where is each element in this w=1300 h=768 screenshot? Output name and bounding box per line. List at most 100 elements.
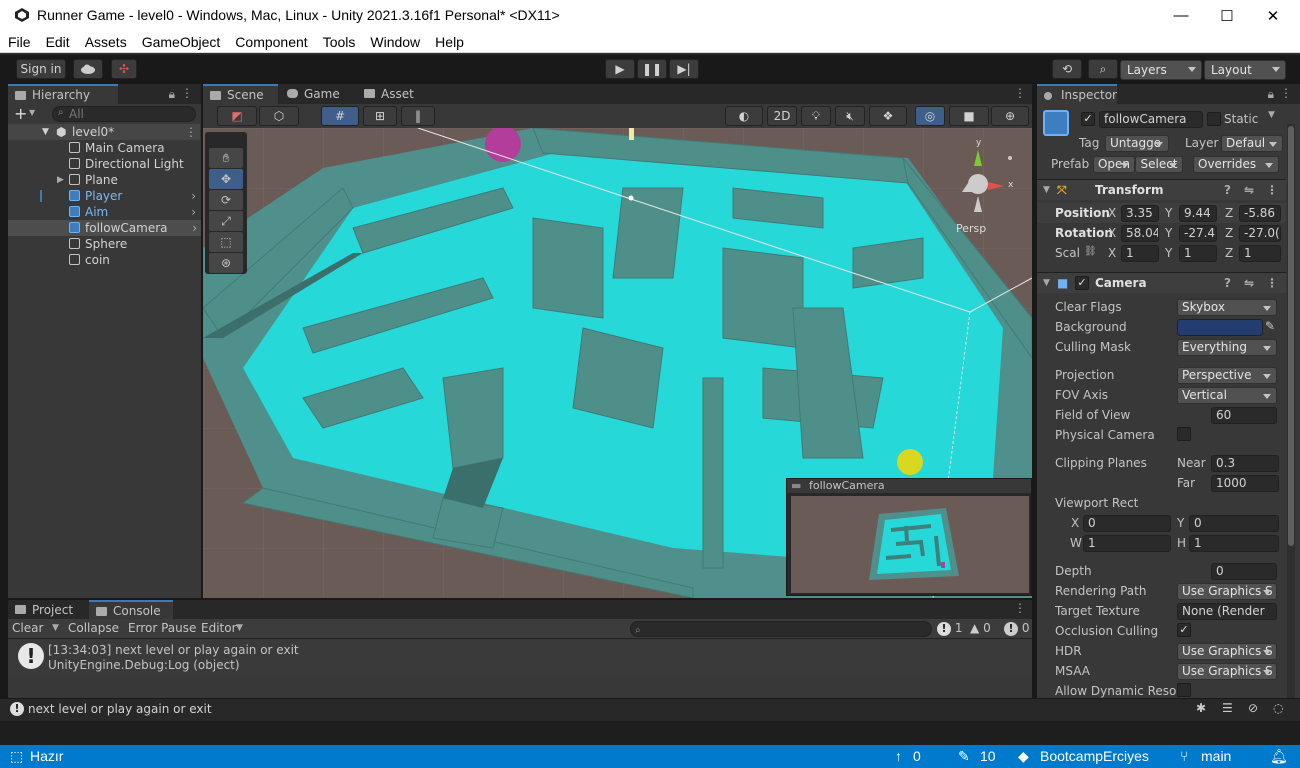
tab-hierarchy[interactable]: Hierarchy (8, 84, 118, 104)
add-icon[interactable]: + (14, 104, 27, 123)
tab-scene[interactable]: Scene (203, 84, 278, 104)
camera-prop-value[interactable] (1177, 427, 1191, 441)
progress-icon[interactable]: ◌ (1273, 701, 1283, 715)
render-mode-button[interactable]: ◐ (725, 106, 763, 126)
log-count-toggle[interactable]: ! 1 (937, 621, 962, 636)
lighting-button[interactable]: 💡︎ (801, 106, 831, 126)
clear-dropdown-icon[interactable]: ▼ (52, 623, 59, 633)
near-field[interactable]: 0.3 (1211, 455, 1279, 472)
transform-tool[interactable]: ⊛ (209, 253, 243, 273)
menu-component[interactable]: Component (235, 31, 307, 52)
camera-prop-value[interactable]: Use Graphics S (1177, 663, 1277, 680)
chevron-right-icon[interactable]: › (191, 204, 196, 220)
camera-prop-value[interactable]: Perspective (1177, 367, 1277, 384)
grid-snap-button[interactable]: # (321, 106, 359, 126)
tag-dropdown[interactable]: Untagge (1105, 135, 1169, 152)
hidden-objects-button[interactable]: ◎ (915, 106, 945, 126)
snap-increment-button[interactable]: ⊞ (363, 106, 397, 126)
pause-button[interactable]: ❚❚ (637, 59, 667, 79)
shading-button[interactable]: ⬡ (259, 106, 299, 126)
prefab-open-button[interactable]: Open (1093, 156, 1135, 173)
dropdown-arrow-icon[interactable]: ▼ (29, 108, 35, 117)
more-icon[interactable]: ⋮ (1280, 86, 1292, 100)
error-count-toggle[interactable]: ! 0 (1004, 621, 1029, 636)
menu-assets[interactable]: Assets (85, 31, 127, 52)
persp-label[interactable]: Persp (956, 222, 986, 235)
camera-prop-value[interactable]: Use Graphics S (1177, 583, 1277, 600)
warning-count-toggle[interactable]: ▲ 0 (970, 621, 991, 635)
clear-button[interactable]: Clear (12, 621, 43, 635)
lock-icon[interactable]: 🔒︎ (169, 87, 175, 102)
camera-prop-value[interactable] (1177, 683, 1191, 697)
hierarchy-item-main-camera[interactable]: Main Camera (8, 140, 200, 156)
camera-header[interactable]: ▼ ■ ✓ Camera ? ⇋ ⋮ (1037, 272, 1286, 293)
prefab-overrides-dropdown[interactable]: Overrides (1193, 156, 1279, 173)
chevron-right-icon[interactable]: › (191, 188, 196, 204)
static-dropdown-icon[interactable]: ▼ (1268, 110, 1275, 120)
camera-prop-value[interactable] (1177, 319, 1263, 336)
scrollbar-thumb[interactable] (1288, 126, 1294, 546)
help-icon[interactable]: ? (1224, 273, 1231, 293)
move-tool[interactable]: ✥ (209, 169, 243, 189)
scene-row[interactable]: ▼ ⬢ level0* ⋮ (8, 124, 200, 140)
transform-header[interactable]: ▼ ⤧ Transform ? ⇋ ⋮ (1037, 179, 1286, 200)
tab-inspector[interactable]: Inspector (1037, 84, 1117, 104)
more-icon[interactable]: ⋮ (181, 86, 193, 100)
repo-name[interactable]: BootcampErciyes (1040, 748, 1149, 764)
ruler-button[interactable]: ‖ (401, 106, 435, 126)
rotation-z-field[interactable]: -27.0( (1239, 225, 1281, 242)
rotation-x-field[interactable]: 58.04 (1121, 225, 1159, 242)
far-field[interactable]: 1000 (1211, 475, 1279, 492)
play-button[interactable]: ▶ (605, 59, 635, 79)
menu-edit[interactable]: Edit (46, 31, 70, 52)
camera-prop-value[interactable]: None (Render (1177, 603, 1277, 620)
draw-mode-button[interactable]: ◩ (217, 106, 257, 126)
camera-prop-value[interactable]: Vertical (1177, 387, 1277, 404)
menu-gameobject[interactable]: GameObject (142, 31, 221, 52)
minimize-button[interactable]: — (1158, 0, 1204, 31)
prefab-select-button[interactable]: Select (1135, 156, 1183, 173)
menu-file[interactable]: File (8, 31, 31, 52)
chevron-right-icon[interactable]: › (192, 220, 197, 236)
notification-bell-icon[interactable]: 🔔︎ (1270, 748, 1288, 765)
tab-console[interactable]: Console (89, 600, 173, 620)
viewport-w-field[interactable]: 1 (1083, 535, 1171, 552)
hierarchy-item-aim[interactable]: Aim › (8, 204, 200, 220)
help-icon[interactable]: ? (1224, 180, 1231, 200)
console-entry[interactable]: ! [13:34:03] next level or play again or… (8, 640, 1032, 676)
sign-in-button[interactable]: Sign in (16, 59, 66, 79)
audio-button[interactable]: 🔇︎ (835, 106, 865, 126)
rect-tool[interactable]: ⬚ (209, 232, 243, 252)
scale-z-field[interactable]: 1 (1239, 245, 1281, 262)
more-icon[interactable]: ⋮ (1014, 86, 1026, 100)
debug-icon[interactable]: ⊘ (1248, 701, 1258, 715)
status-message[interactable]: next level or play again or exit (28, 702, 212, 716)
component-menu-icon[interactable]: ⋮ (1266, 180, 1278, 200)
camera-button[interactable]: ■ (949, 106, 989, 126)
hierarchy-item-player[interactable]: Player › (8, 188, 200, 204)
expand-arrow-icon[interactable]: ▼ (42, 124, 49, 140)
scene-more-icon[interactable]: ⋮ (185, 124, 197, 140)
menu-window[interactable]: Window (370, 31, 420, 52)
camera-prop-value[interactable]: Everything (1177, 339, 1277, 356)
collab-button[interactable]: ✣ (111, 59, 137, 79)
scale-y-field[interactable]: 1 (1179, 245, 1217, 262)
static-checkbox[interactable] (1207, 112, 1221, 126)
collapse-button[interactable]: Collapse (68, 621, 119, 635)
camera-prop-value[interactable]: ✓ (1177, 623, 1191, 637)
gizmos-button[interactable]: ⊕ (991, 106, 1029, 126)
lock-icon[interactable]: 🔒︎ (1268, 87, 1274, 102)
viewport-h-field[interactable]: 1 (1189, 535, 1279, 552)
hierarchy-item-followcamera[interactable]: followCamera › (8, 220, 201, 236)
rotate-tool[interactable]: ⟳ (209, 190, 243, 210)
viewport-x-field[interactable]: 0 (1083, 515, 1171, 532)
link-scale-icon[interactable]: ⛓︎ (1084, 246, 1097, 257)
viewport-y-field[interactable]: 0 (1189, 515, 1279, 532)
position-z-field[interactable]: -5.86 (1239, 205, 1281, 222)
hierarchy-item-plane[interactable]: ▶ Plane (8, 172, 200, 188)
camera-prop-value[interactable]: Skybox (1177, 299, 1277, 316)
hierarchy-item-directional-light[interactable]: Directional Light (8, 156, 200, 172)
scene-viewport[interactable]: ✋︎ ✥ ⟳ ⤢ ⬚ ⊛ y x Persp ▬ followCamera (203, 128, 1032, 598)
hand-tool[interactable]: ✋︎ (209, 148, 243, 168)
cache-icon[interactable]: ☰ (1222, 701, 1233, 715)
